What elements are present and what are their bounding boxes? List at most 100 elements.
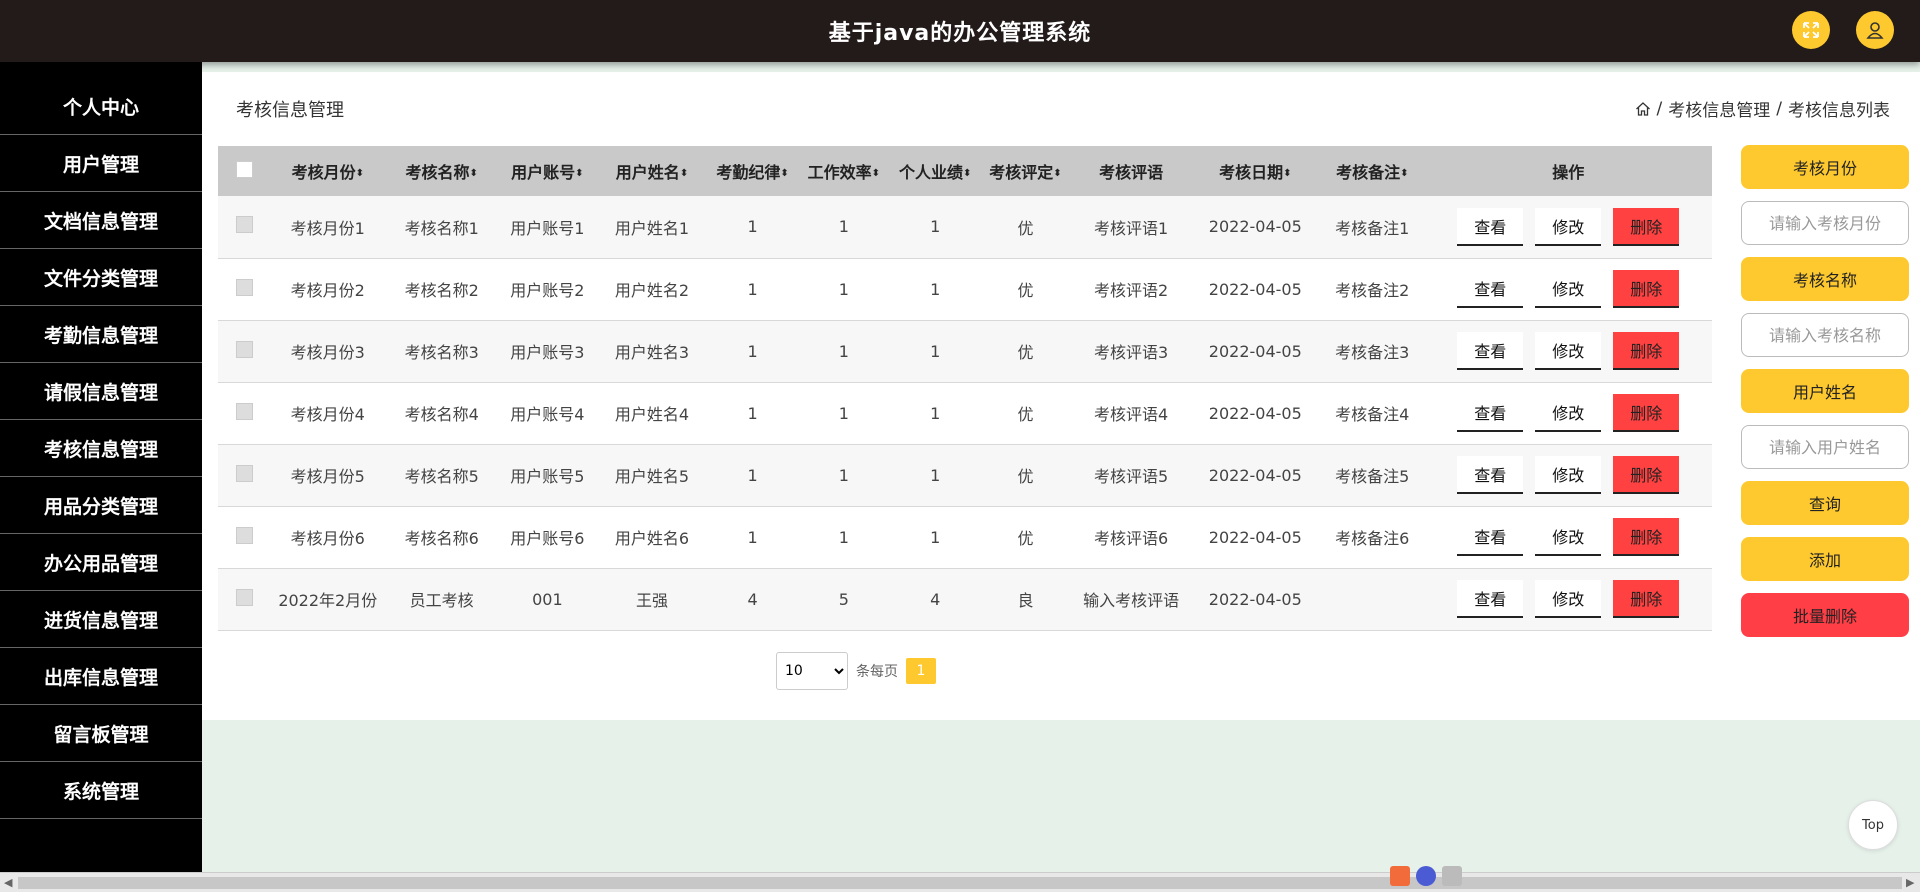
table-cell: 2022-04-05 xyxy=(1190,382,1320,445)
page-size-select[interactable]: 10 xyxy=(776,652,848,690)
sort-icon[interactable]: ⬍ xyxy=(575,168,583,179)
month-search-input[interactable] xyxy=(1741,201,1909,245)
breadcrumb-item[interactable]: 考核信息管理 xyxy=(1668,96,1770,121)
settings-icon[interactable] xyxy=(1442,866,1462,886)
delete-button[interactable]: 删除 xyxy=(1613,270,1680,308)
sidebar-item-system[interactable]: 系统管理 xyxy=(0,762,202,819)
row-checkbox[interactable] xyxy=(236,464,254,482)
sort-icon[interactable]: ⬍ xyxy=(469,168,477,179)
sidebar-item-purchases[interactable]: 进货信息管理 xyxy=(0,591,202,648)
breadcrumb-separator: / xyxy=(1656,98,1663,119)
column-header: 考核评语 xyxy=(1071,146,1191,196)
table-cell: 考核评语4 xyxy=(1071,382,1191,445)
sidebar-item-documents[interactable]: 文档信息管理 xyxy=(0,192,202,249)
input-method-icon[interactable] xyxy=(1390,866,1410,886)
table-cell: 考核名称3 xyxy=(384,320,500,383)
delete-button[interactable]: 删除 xyxy=(1613,332,1680,370)
column-header[interactable]: 用户姓名⬍ xyxy=(595,146,709,196)
view-button[interactable]: 查看 xyxy=(1457,207,1524,246)
table-cell: 考核备注6 xyxy=(1319,506,1425,569)
edit-button[interactable]: 修改 xyxy=(1535,394,1602,432)
sort-icon[interactable]: ⬍ xyxy=(1053,168,1061,179)
column-header[interactable]: 工作效率⬍ xyxy=(796,146,892,196)
view-button[interactable]: 查看 xyxy=(1457,394,1524,432)
sidebar-item-assessment[interactable]: 考核信息管理 xyxy=(0,420,202,477)
delete-button[interactable]: 删除 xyxy=(1613,456,1680,494)
view-button[interactable]: 查看 xyxy=(1457,270,1524,308)
edit-button[interactable]: 修改 xyxy=(1535,270,1602,308)
sidebar-item-attendance[interactable]: 考勤信息管理 xyxy=(0,306,202,363)
user-menu-button[interactable] xyxy=(1856,11,1894,49)
row-checkbox[interactable] xyxy=(236,216,254,234)
sort-icon[interactable]: ⬍ xyxy=(680,168,688,179)
view-button[interactable]: 查看 xyxy=(1457,518,1524,556)
table-cell: 1 xyxy=(708,506,797,569)
sort-icon[interactable]: ⬍ xyxy=(1283,168,1291,179)
edit-button[interactable]: 修改 xyxy=(1535,456,1602,494)
sort-icon[interactable]: ⬍ xyxy=(872,168,880,179)
sort-icon[interactable]: ⬍ xyxy=(356,168,364,179)
batch-delete-button[interactable]: 批量删除 xyxy=(1741,593,1909,637)
edit-button[interactable]: 修改 xyxy=(1535,580,1602,618)
view-button[interactable]: 查看 xyxy=(1457,332,1524,370)
delete-button[interactable]: 删除 xyxy=(1613,394,1680,432)
column-header[interactable]: 考核月份⬍ xyxy=(271,146,385,196)
sidebar-item-leave[interactable]: 请假信息管理 xyxy=(0,363,202,420)
sidebar-item-file-categories[interactable]: 文件分类管理 xyxy=(0,249,202,306)
page-number-current[interactable]: 1 xyxy=(906,658,936,684)
select-all-checkbox[interactable] xyxy=(236,160,254,178)
back-to-top-button[interactable]: Top xyxy=(1848,800,1898,850)
edit-button[interactable]: 修改 xyxy=(1535,207,1602,246)
column-header[interactable]: 考勤纪律⬍ xyxy=(708,146,797,196)
delete-button[interactable]: 删除 xyxy=(1613,580,1680,618)
row-checkbox[interactable] xyxy=(236,588,254,606)
home-icon[interactable] xyxy=(1635,101,1651,117)
column-header[interactable]: 考核评定⬍ xyxy=(979,146,1072,196)
row-actions: 查看 修改 删除 xyxy=(1424,506,1712,569)
row-select-cell xyxy=(218,568,272,631)
sort-icon[interactable]: ⬍ xyxy=(780,168,788,179)
scroll-left-icon[interactable]: ◀ xyxy=(4,876,12,889)
sort-icon[interactable]: ⬍ xyxy=(1400,168,1408,179)
sidebar-item-message-board[interactable]: 留言板管理 xyxy=(0,705,202,762)
scrollbar-thumb[interactable] xyxy=(18,877,1902,889)
delete-button[interactable]: 删除 xyxy=(1613,518,1680,556)
fullscreen-button[interactable] xyxy=(1792,11,1830,49)
view-button[interactable]: 查看 xyxy=(1457,580,1524,618)
sidebar-item-users[interactable]: 用户管理 xyxy=(0,135,202,192)
column-header[interactable]: 考核备注⬍ xyxy=(1319,146,1425,196)
edit-button[interactable]: 修改 xyxy=(1535,332,1602,370)
row-checkbox[interactable] xyxy=(236,340,254,358)
column-header[interactable]: 考核日期⬍ xyxy=(1190,146,1320,196)
edit-button[interactable]: 修改 xyxy=(1535,518,1602,556)
table-cell: 考核月份2 xyxy=(271,258,385,321)
sort-icon[interactable]: ⬍ xyxy=(963,168,971,179)
column-header-label: 考核评定 xyxy=(989,163,1054,182)
row-checkbox[interactable] xyxy=(236,278,254,296)
sidebar-item-supply-categories[interactable]: 用品分类管理 xyxy=(0,477,202,534)
user-search-input[interactable] xyxy=(1741,425,1909,469)
query-button[interactable]: 查询 xyxy=(1741,481,1909,525)
table-cell: 2022-04-05 xyxy=(1190,320,1320,383)
breadcrumb: / 考核信息管理 / 考核信息列表 xyxy=(1635,96,1890,121)
sidebar-item-profile[interactable]: 个人中心 xyxy=(0,62,202,135)
column-header-label: 用户姓名 xyxy=(615,163,680,182)
sidebar-item-outbound[interactable]: 出库信息管理 xyxy=(0,648,202,705)
name-search-input[interactable] xyxy=(1741,313,1909,357)
column-header[interactable]: 个人业绩⬍ xyxy=(891,146,980,196)
table-cell: 考核名称5 xyxy=(384,444,500,507)
scroll-right-icon[interactable]: ▶ xyxy=(1906,876,1914,889)
delete-button[interactable]: 删除 xyxy=(1613,207,1680,246)
horizontal-scrollbar[interactable]: ◀ ▶ xyxy=(0,872,1920,892)
help-icon[interactable] xyxy=(1416,866,1436,886)
sidebar-item-office-supplies[interactable]: 办公用品管理 xyxy=(0,534,202,591)
column-header-label: 考核名称 xyxy=(405,163,470,182)
column-header[interactable]: 用户账号⬍ xyxy=(499,146,596,196)
row-checkbox[interactable] xyxy=(236,526,254,544)
column-header-label: 考核备注 xyxy=(1336,163,1401,182)
table-cell: 考核月份6 xyxy=(271,506,385,569)
view-button[interactable]: 查看 xyxy=(1457,456,1524,494)
row-checkbox[interactable] xyxy=(236,402,254,420)
column-header[interactable]: 考核名称⬍ xyxy=(384,146,500,196)
add-button[interactable]: 添加 xyxy=(1741,537,1909,581)
